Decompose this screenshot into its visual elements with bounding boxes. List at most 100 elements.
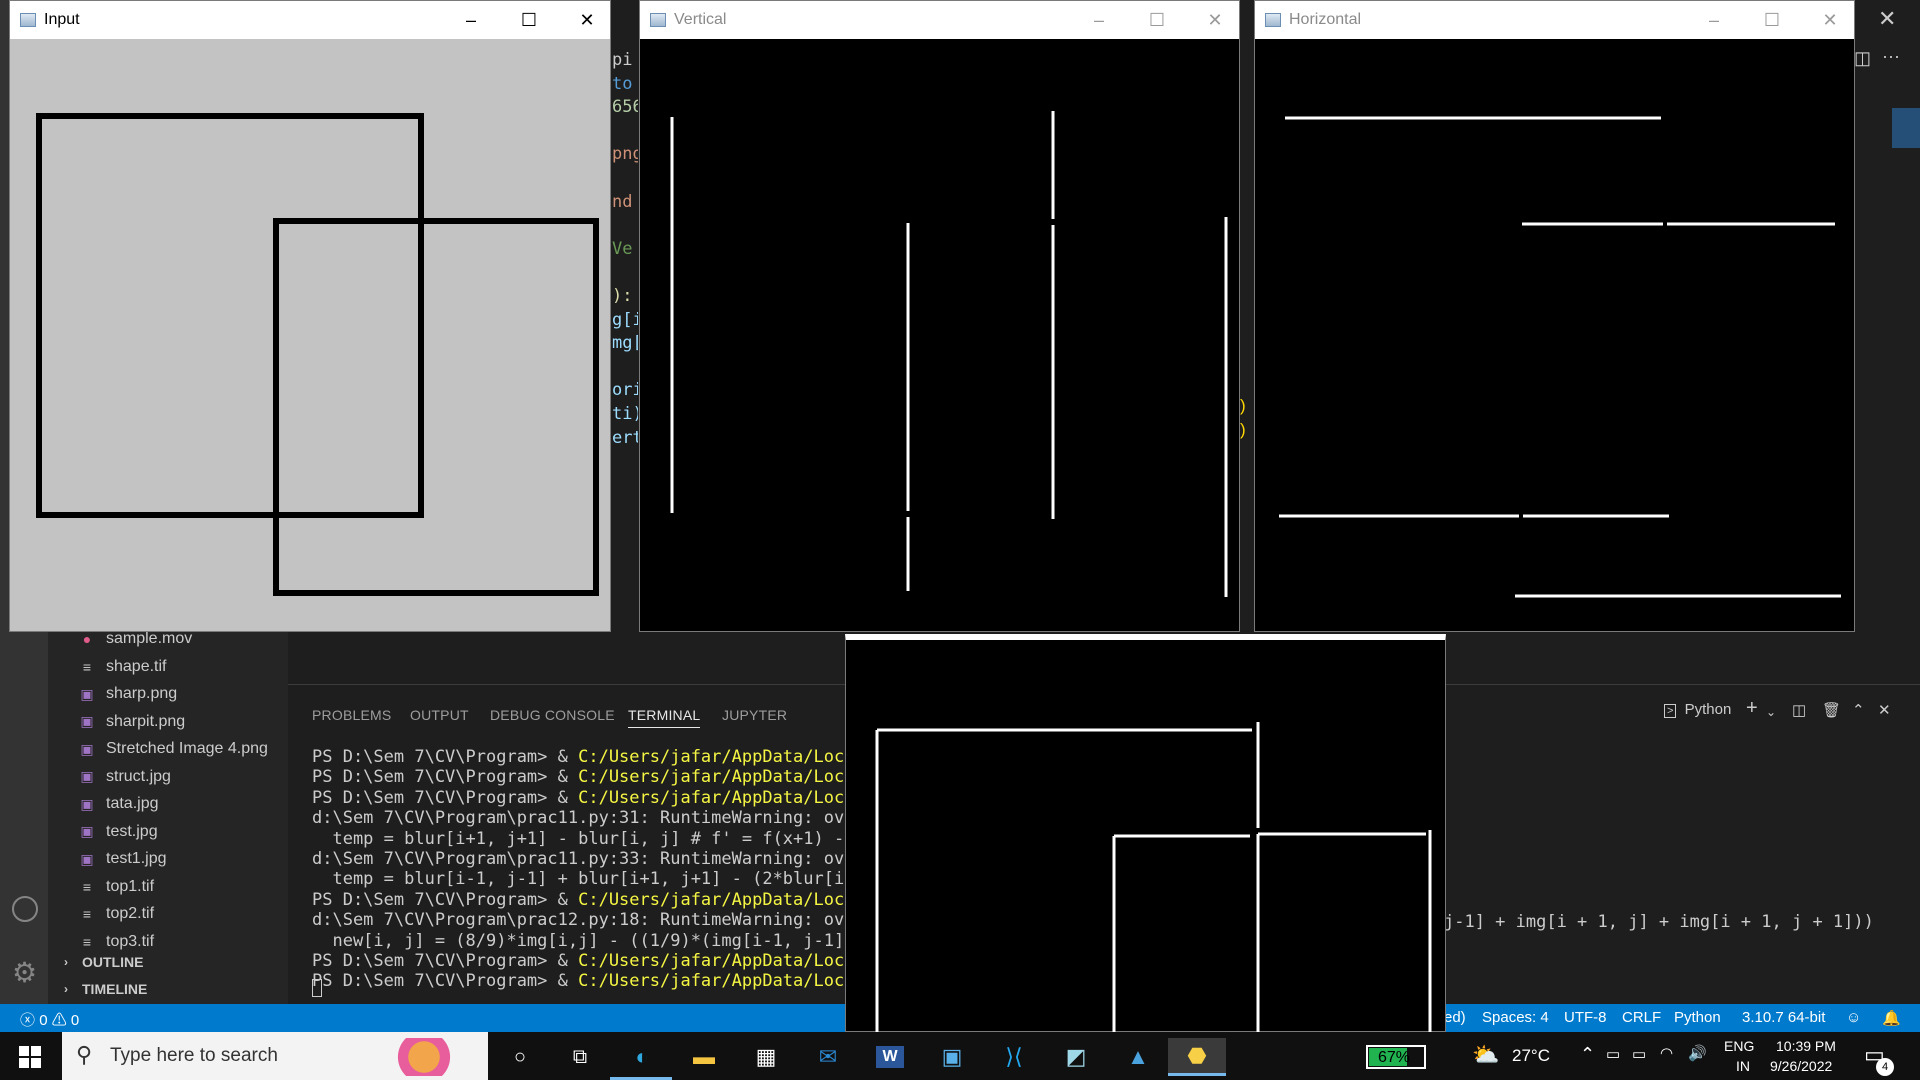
word-icon[interactable]: W — [864, 1038, 916, 1076]
taskbar-search-box[interactable]: ⚲ Type here to search — [62, 1032, 488, 1080]
file-name: sharpit.png — [106, 712, 186, 730]
terminal-line: d:\Sem 7\CV\Program\prac12.py:18: Runtim… — [312, 910, 906, 930]
file-item[interactable]: ≡ top1.tif — [78, 874, 154, 900]
meet-now-icon[interactable]: ▭ — [1606, 1045, 1620, 1063]
close-panel-icon[interactable]: ✕ — [1878, 701, 1891, 719]
mail-icon[interactable]: ✉ — [802, 1038, 854, 1076]
wifi-icon[interactable]: ◠ — [1660, 1044, 1673, 1062]
language-code[interactable]: ENG — [1724, 1038, 1754, 1054]
status-language[interactable]: Python — [1674, 1009, 1721, 1026]
file-item[interactable]: ▣ sharp.png — [78, 681, 177, 707]
timeline-section[interactable]: › TIMELINE — [64, 976, 147, 1002]
tab-debug-console[interactable]: DEBUG CONSOLE — [490, 707, 615, 723]
terminal-text: PS D:\Sem 7\CV\Program> & — [312, 889, 579, 910]
clock-date[interactable]: 9/26/2022 — [1770, 1058, 1832, 1074]
status-indentation[interactable]: Spaces: 4 — [1482, 1009, 1549, 1026]
file-item[interactable]: ▣ struct.jpg — [78, 764, 171, 790]
file-item[interactable]: ≡ top2.tif — [78, 901, 154, 927]
edge-icon[interactable]: ◐ — [616, 1038, 668, 1076]
task-view-icon[interactable]: ⧉ — [554, 1038, 606, 1076]
problems-status[interactable]: ⓧ 0 ⚠ 0 — [20, 1009, 79, 1030]
status-interpreter[interactable]: 3.10.7 64-bit — [1742, 1009, 1825, 1026]
status-encoding[interactable]: UTF-8 — [1564, 1009, 1607, 1026]
cortana-icon[interactable]: ○ — [494, 1038, 546, 1076]
close-vscode-icon[interactable]: ✕ — [1878, 6, 1896, 32]
chevron-down-icon[interactable]: ⌄ — [1766, 705, 1776, 719]
split-terminal-icon[interactable]: ◫ — [1792, 701, 1806, 719]
snipping-tool-icon[interactable]: ◩ — [1050, 1038, 1102, 1076]
window-titlebar[interactable]: Horizontal – ☐ ✕ — [1255, 1, 1854, 39]
feedback-icon[interactable]: ☺ — [1846, 1009, 1861, 1026]
control-panel-icon[interactable]: ▣ — [926, 1038, 978, 1076]
maximize-icon[interactable]: ☐ — [506, 5, 552, 35]
tab-problems[interactable]: PROBLEMS — [312, 707, 391, 723]
file-name: top1.tif — [106, 877, 155, 895]
code-fragment: g[i — [612, 309, 638, 330]
split-editor-icon[interactable]: ◫ — [1854, 48, 1871, 69]
show-hidden-icons-icon[interactable]: ⌃ — [1580, 1044, 1595, 1065]
minimize-icon[interactable]: – — [1691, 5, 1737, 35]
file-item[interactable]: ▣ Stretched Image 4.png — [78, 736, 268, 762]
tab-jupyter[interactable]: JUPYTER — [722, 707, 787, 723]
tab-terminal[interactable]: TERMINAL — [628, 707, 701, 728]
combined-edges-window[interactable] — [845, 634, 1446, 1032]
code-fragment: pi — [612, 50, 633, 70]
python-icon[interactable]: ⬣ — [1168, 1038, 1226, 1076]
region-code[interactable]: IN — [1736, 1058, 1750, 1074]
terminal-text: d:\Sem 7\CV\Program\prac11.py:33: Runtim… — [312, 849, 906, 869]
battery-indicator[interactable]: 67% — [1366, 1045, 1426, 1069]
file-item[interactable]: ▣ test.jpg — [78, 819, 157, 845]
horizontal-edge-lines — [1279, 116, 1841, 598]
gear-icon[interactable]: ⚙ — [12, 956, 37, 989]
close-icon[interactable]: ✕ — [564, 5, 610, 35]
file-item[interactable]: ≡ shape.tif — [78, 654, 167, 680]
input-window[interactable]: Input – ☐ ✕ — [9, 0, 611, 632]
horizontal-window[interactable]: Horizontal – ☐ ✕ — [1254, 0, 1855, 632]
temperature[interactable]: 27°C — [1512, 1046, 1550, 1066]
status-eol[interactable]: CRLF — [1622, 1009, 1661, 1026]
file-item[interactable]: ▣ sharpit.png — [78, 709, 185, 735]
file-explorer-icon[interactable]: ▬ — [678, 1038, 730, 1076]
image-file-icon: ▣ — [80, 850, 94, 867]
windows-start-icon[interactable] — [4, 1038, 56, 1076]
file-item[interactable]: ▣ test1.jpg — [78, 846, 166, 872]
horizontal-edges-canvas — [1279, 116, 1841, 598]
clock-time[interactable]: 10:39 PM — [1776, 1038, 1836, 1054]
code-fragment: ti) — [612, 404, 638, 424]
terminal-line: PS D:\Sem 7\CV\Program> & C:/Users/jafar… — [312, 788, 916, 808]
terminal-text: PS D:\Sem 7\CV\Program> & — [312, 787, 579, 808]
terminal-text: temp = blur[i-1, j-1] + blur[i+1, j+1] -… — [312, 869, 896, 890]
vscode-icon[interactable]: ⟩⟨ — [988, 1038, 1040, 1076]
maximize-icon[interactable]: ☐ — [1134, 5, 1180, 35]
close-icon[interactable]: ✕ — [1192, 5, 1238, 35]
account-icon[interactable] — [12, 896, 38, 922]
more-actions-icon[interactable]: ··· — [1882, 46, 1900, 67]
weather-icon[interactable]: ⛅ — [1472, 1042, 1499, 1068]
maximize-icon[interactable]: ☐ — [1749, 5, 1795, 35]
window-titlebar[interactable]: Input – ☐ ✕ — [10, 1, 610, 39]
outline-section[interactable]: › OUTLINE — [64, 949, 143, 975]
error-count: 0 — [39, 1012, 48, 1029]
close-icon[interactable]: ✕ — [1807, 5, 1853, 35]
battery-tray-icon[interactable]: ▭ — [1632, 1045, 1646, 1063]
window-titlebar[interactable]: Vertical – ☐ ✕ — [640, 1, 1239, 39]
volume-icon[interactable]: 🔊 — [1688, 1044, 1707, 1062]
vertical-window[interactable]: Vertical – ☐ ✕ — [639, 0, 1240, 632]
vertical-edges-image — [640, 39, 1239, 631]
terminal-profile-button[interactable]: > Python — [1664, 701, 1731, 718]
code-fragment: mg[ — [612, 333, 638, 354]
notification-count-badge: 4 — [1876, 1058, 1894, 1076]
photos-icon[interactable]: ▲ — [1112, 1038, 1164, 1076]
file-name: shape.tif — [106, 657, 167, 675]
tab-output[interactable]: OUTPUT — [410, 707, 469, 723]
new-terminal-icon[interactable]: + — [1746, 697, 1758, 720]
minimize-icon[interactable]: – — [448, 5, 494, 35]
notifications-bell-icon[interactable]: 🔔 — [1882, 1009, 1901, 1027]
minimize-icon[interactable]: – — [1076, 5, 1122, 35]
store-icon[interactable]: ▦ — [740, 1038, 792, 1076]
maximize-panel-icon[interactable]: ⌃ — [1852, 701, 1865, 719]
terminal-text: PS D:\Sem 7\CV\Program> & — [312, 951, 579, 971]
file-item[interactable]: ▣ tata.jpg — [78, 791, 158, 817]
trash-icon[interactable]: 🗑 — [1822, 701, 1841, 719]
status-ed[interactable]: ed) — [1444, 1009, 1466, 1026]
